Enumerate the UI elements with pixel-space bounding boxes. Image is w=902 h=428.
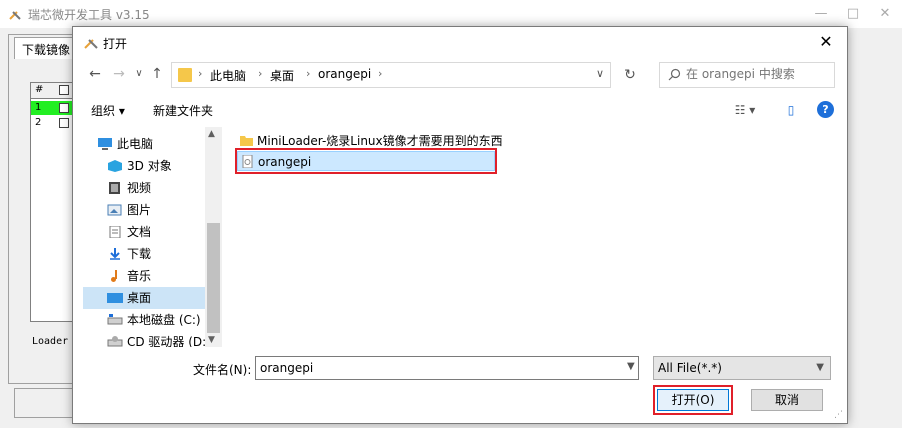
status-box: [14, 388, 76, 418]
filename-input[interactable]: [255, 356, 639, 380]
app-title: 瑞芯微开发工具 v3.15: [28, 8, 150, 22]
address-toolbar: ← → ∨ ↑ › 此电脑 › 桌面 › orangepi › ∨ ↻: [73, 61, 847, 89]
back-button[interactable]: ←: [85, 63, 105, 85]
scrollbar-thumb[interactable]: [207, 223, 220, 333]
nav-item-label: 本地磁盘 (C:): [127, 313, 201, 327]
nav-item-label: 图片: [127, 203, 152, 217]
download-icon: [110, 248, 120, 260]
table-row[interactable]: 2: [31, 116, 75, 130]
view-options-button[interactable]: ☷ ▾: [725, 100, 765, 120]
dialog-titlebar: 打开 ✕: [73, 27, 847, 57]
help-icon[interactable]: ?: [817, 101, 834, 118]
grid-header-hash: #: [35, 84, 44, 95]
cd-drive-icon: [107, 336, 123, 347]
highlight-box: [235, 148, 497, 174]
command-bar: 组织 ▾ 新建文件夹 ☷ ▾ ▯ ?: [73, 97, 847, 123]
nav-item-cd-drive-d[interactable]: CD 驱动器 (D:): [83, 331, 211, 347]
breadcrumb-separator: ›: [258, 67, 263, 80]
chevron-down-icon[interactable]: ▼: [627, 361, 635, 372]
row-number: 2: [35, 117, 42, 128]
breadcrumb-separator: ›: [198, 67, 203, 80]
file-name: MiniLoader-烧录Linux镜像才需要用到的东西: [257, 134, 503, 148]
nav-item-videos[interactable]: 视频: [83, 177, 205, 199]
scroll-down-icon[interactable]: ▼: [208, 335, 215, 345]
address-dropdown-icon[interactable]: ∨: [596, 67, 604, 80]
row-checkbox[interactable]: [59, 103, 69, 113]
tab-download-image[interactable]: 下载镜像: [14, 37, 74, 59]
grid-header: #: [31, 83, 75, 99]
nav-item-downloads[interactable]: 下载: [83, 243, 205, 265]
minimize-button[interactable]: —: [806, 4, 836, 24]
nav-item-label: 下载: [127, 247, 152, 261]
open-file-dialog: 打开 ✕ ← → ∨ ↑ › 此电脑 › 桌面 › orangepi › ∨ ↻: [72, 26, 848, 424]
music-icon: [111, 270, 117, 282]
documents-icon: [109, 226, 121, 238]
video-icon: [109, 182, 120, 194]
dialog-close-button[interactable]: ✕: [811, 31, 841, 53]
table-row[interactable]: 1: [31, 101, 75, 115]
nav-item-label: 3D 对象: [127, 159, 172, 173]
row-number: 1: [35, 102, 42, 113]
chevron-down-icon: ▼: [816, 362, 824, 373]
nav-item-local-disk-c[interactable]: 本地磁盘 (C:): [83, 309, 205, 331]
computer-icon: [98, 138, 112, 150]
nav-item-label: 视频: [127, 181, 152, 195]
up-button[interactable]: ↑: [147, 63, 167, 85]
forward-button[interactable]: →: [109, 63, 129, 85]
file-list: MiniLoader-烧录Linux镜像才需要用到的东西 orangepi: [231, 127, 831, 347]
header-checkbox[interactable]: [59, 85, 69, 95]
preview-pane-button[interactable]: ▯: [779, 100, 803, 120]
app-close-button[interactable]: ✕: [870, 4, 900, 24]
organize-button[interactable]: 组织 ▾: [91, 102, 125, 119]
breadcrumb-separator: ›: [378, 67, 383, 80]
resize-grip-icon[interactable]: ⋰: [834, 410, 843, 420]
row-checkbox[interactable]: [59, 118, 69, 128]
dialog-title: 打开: [103, 37, 128, 51]
tools-icon: [84, 39, 98, 49]
folder-icon: [240, 136, 253, 146]
nav-item-this-pc[interactable]: 此电脑: [83, 133, 205, 155]
breadcrumb-desktop[interactable]: 桌面: [270, 67, 294, 84]
desktop-icon: [107, 293, 123, 303]
nav-item-desktop[interactable]: 桌面: [83, 287, 205, 309]
tools-icon: [9, 11, 21, 20]
file-type-select[interactable]: All File(*.*) ▼: [653, 356, 831, 380]
breadcrumb-orangepi[interactable]: orangepi: [318, 67, 371, 81]
search-icon: [668, 68, 681, 81]
device-grid: # 1 2: [30, 82, 76, 322]
scroll-up-icon[interactable]: ▲: [208, 129, 215, 139]
nav-pane-scrollbar[interactable]: ▲ ▼: [205, 127, 222, 347]
app-titlebar: 瑞芯微开发工具 v3.15 — □ ✕: [0, 0, 902, 28]
file-type-value: All File(*.*): [658, 361, 722, 375]
breadcrumb-this-pc[interactable]: 此电脑: [210, 67, 246, 84]
breadcrumb-separator: ›: [306, 67, 311, 80]
highlight-box: [653, 385, 733, 415]
nav-item-pictures[interactable]: 图片: [83, 199, 205, 221]
refresh-button[interactable]: ↻: [613, 62, 647, 88]
disk-icon: [107, 314, 123, 325]
nav-item-3d-objects[interactable]: 3D 对象: [83, 155, 205, 177]
folder-icon: [178, 68, 192, 82]
nav-item-label: 桌面: [127, 291, 152, 305]
loader-label: Loader: [32, 336, 69, 347]
nav-item-music[interactable]: 音乐: [83, 265, 205, 287]
nav-item-label: 音乐: [127, 269, 152, 283]
search-box[interactable]: [659, 62, 835, 88]
3d-objects-icon: [108, 160, 122, 172]
nav-item-label: 文档: [127, 225, 152, 239]
maximize-button[interactable]: □: [838, 4, 868, 24]
new-folder-button[interactable]: 新建文件夹: [153, 102, 213, 119]
pictures-icon: [107, 204, 122, 216]
address-bar[interactable]: › 此电脑 › 桌面 › orangepi › ∨: [171, 62, 611, 88]
nav-item-documents[interactable]: 文档: [83, 221, 205, 243]
recent-locations-button[interactable]: ∨: [129, 63, 149, 85]
filename-label: 文件名(N):: [193, 363, 252, 377]
navigation-pane: 此电脑 3D 对象 视频 图片 文档 下载 音乐 桌面 本地磁盘 (C:) CD…: [83, 127, 223, 347]
nav-item-label: 此电脑: [117, 137, 154, 151]
nav-item-label: CD 驱动器 (D:): [127, 335, 211, 347]
search-input[interactable]: [686, 67, 831, 81]
cancel-button[interactable]: 取消: [751, 389, 823, 411]
